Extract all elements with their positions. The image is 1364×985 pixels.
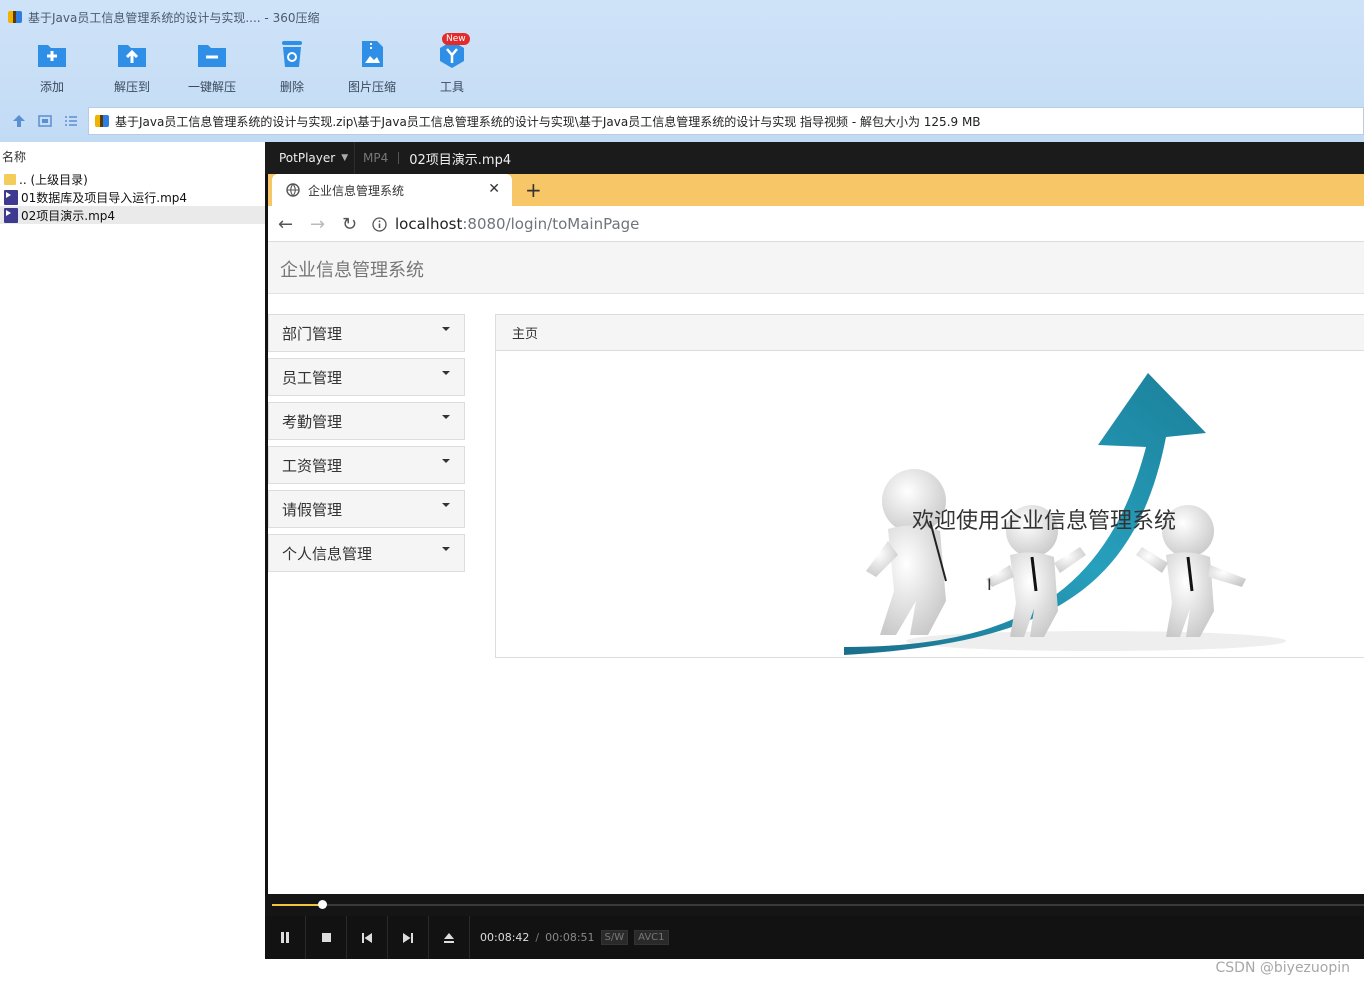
chevron-down-icon: ▼ [341,153,349,163]
menu-department[interactable]: 部门管理 [268,314,465,352]
image-compress-icon [356,38,388,70]
caret-down-icon [442,459,450,463]
image-compress-button[interactable]: 图片压缩 [332,38,412,96]
web-brand[interactable]: 企业信息管理系统 [280,256,424,282]
mp4-file-icon [4,207,18,223]
menu-attendance[interactable]: 考勤管理 [268,402,465,440]
stop-icon [321,933,331,942]
globe-icon [286,183,300,197]
browser-toolbar: ← → ↻ localhost:8080/login/toMainPage [268,206,1364,242]
video-frame[interactable]: 企业信息管理系统 ✕ + ← → ↻ localhost:8080/login/… [268,174,1364,894]
file-row-parent[interactable]: .. (上级目录) [0,170,265,188]
current-time: 00:08:42 [480,931,530,944]
seek-track [272,904,1364,906]
add-button[interactable]: 添加 [12,38,92,96]
toolbar: 添加 解压到 一键解压 删除 图片压缩 工具 [12,38,492,96]
seek-bar[interactable] [265,894,1364,916]
address-row: 基于Java员工信息管理系统的设计与实现.zip\基于Java员工信息管理系统的… [0,106,1364,136]
window-title: 基于Java员工信息管理系统的设计与实现.... - 360压缩 [28,10,320,25]
file-row-video-02[interactable]: 02项目演示.mp4 [0,206,265,224]
next-button[interactable] [388,916,429,959]
skip-next-icon [403,932,413,943]
seek-progress [272,904,322,906]
browser-tab-strip: 企业信息管理系统 ✕ + [268,174,1364,206]
folder-icon [4,173,16,185]
menu-salary[interactable]: 工资管理 [268,446,465,484]
archive-icon [8,11,22,23]
text-cursor-icon: I [987,575,992,594]
back-arrow-icon[interactable]: ← [278,214,293,235]
seek-handle[interactable] [318,900,327,909]
caret-down-icon [442,415,450,419]
watermark: CSDN @biyezuopin [1215,960,1350,976]
player-title-bar: PotPlayer ▼ MP4 02项目演示.mp4 [265,142,1364,174]
time-display: 00:08:42 / 00:08:51 S/W AVC1 [480,930,669,945]
codec-tag[interactable]: AVC1 [634,930,669,945]
pause-button[interactable] [265,916,306,959]
welcome-message: 欢迎使用企业信息管理系统 [912,509,1177,534]
caret-down-icon [442,547,450,551]
zip-icon [95,115,109,127]
file-list-pane: 名称 .. (上级目录) 01数据库及项目导入运行.mp4 02项目演示.mp4 [0,142,265,985]
video-player: PotPlayer ▼ MP4 02项目演示.mp4 企业信息管理系统 ✕ + … [265,142,1364,959]
divider [398,152,400,164]
player-controls: 00:08:42 / 00:08:51 S/W AVC1 [265,916,1364,959]
caret-down-icon [442,327,450,331]
up-level-icon[interactable] [12,114,26,128]
url-path: :8080/login/toMainPage [462,215,640,233]
column-header-name[interactable]: 名称 [2,148,26,165]
mp4-file-icon [4,189,18,205]
app-header: 基于Java员工信息管理系统的设计与实现.... - 360压缩 添加 解压到 … [0,0,1364,142]
tools-button[interactable]: 工具 [412,38,492,96]
recycle-bin-icon [276,38,308,70]
one-click-extract-button[interactable]: 一键解压 [172,38,252,96]
total-time: 00:08:51 [545,931,595,944]
extract-to-button[interactable]: 解压到 [92,38,172,96]
new-badge: New [442,33,470,45]
skip-previous-icon [362,932,372,943]
eject-button[interactable] [429,916,470,959]
close-icon[interactable]: ✕ [488,181,500,197]
info-icon [372,216,387,232]
web-navbar: 企业信息管理系统 [268,242,1364,294]
menu-employee[interactable]: 员工管理 [268,358,465,396]
one-click-extract-icon [196,38,228,70]
address-bar[interactable]: 基于Java员工信息管理系统的设计与实现.zip\基于Java员工信息管理系统的… [88,107,1364,135]
menu-leave[interactable]: 请假管理 [268,490,465,528]
eject-icon [444,932,454,943]
url-bar[interactable]: localhost:8080/login/toMainPage [372,212,1362,236]
new-tab-plus-icon[interactable]: + [525,178,542,202]
tab-title: 企业信息管理系统 [308,183,405,198]
previous-button[interactable] [347,916,388,959]
caret-down-icon [442,503,450,507]
playing-file-name: 02项目演示.mp4 [409,152,512,168]
decoder-tag[interactable]: S/W [600,930,629,945]
browser-tab[interactable]: 企业信息管理系统 ✕ [272,174,512,206]
url-host: localhost [395,215,463,233]
reload-icon[interactable]: ↻ [342,214,357,235]
stop-button[interactable] [306,916,347,959]
format-label: MP4 [363,151,389,165]
pause-icon [281,932,289,943]
file-row-video-01[interactable]: 01数据库及项目导入运行.mp4 [0,188,265,206]
forward-arrow-icon[interactable]: → [310,214,325,235]
caret-down-icon [442,371,450,375]
content-panel: 主页 欢迎使用企业信息管理系统 I [495,314,1364,658]
extract-to-icon [116,38,148,70]
address-path: 基于Java员工信息管理系统的设计与实现.zip\基于Java员工信息管理系统的… [115,114,981,129]
icon-view-icon[interactable] [38,114,52,128]
add-icon [36,38,68,70]
panel-heading: 主页 [496,315,1364,351]
list-view-icon[interactable] [64,114,78,128]
side-menu: 部门管理 员工管理 考勤管理 工资管理 请假管理 个人信息管理 [268,314,465,578]
title-bar: 基于Java员工信息管理系统的设计与实现.... - 360压缩 [8,8,319,26]
potplayer-menu[interactable]: PotPlayer ▼ [265,142,355,174]
menu-personal-info[interactable]: 个人信息管理 [268,534,465,572]
delete-button[interactable]: 删除 [252,38,332,96]
